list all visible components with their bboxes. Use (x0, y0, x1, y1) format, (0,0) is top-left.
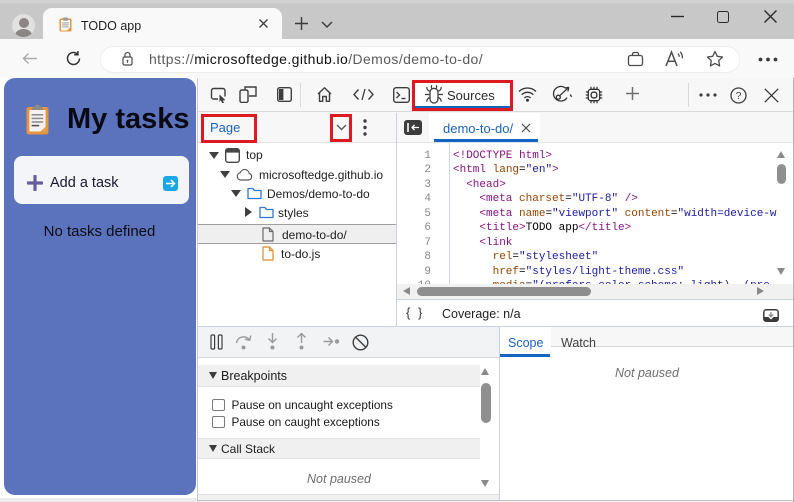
svg-text:?: ? (736, 90, 742, 102)
